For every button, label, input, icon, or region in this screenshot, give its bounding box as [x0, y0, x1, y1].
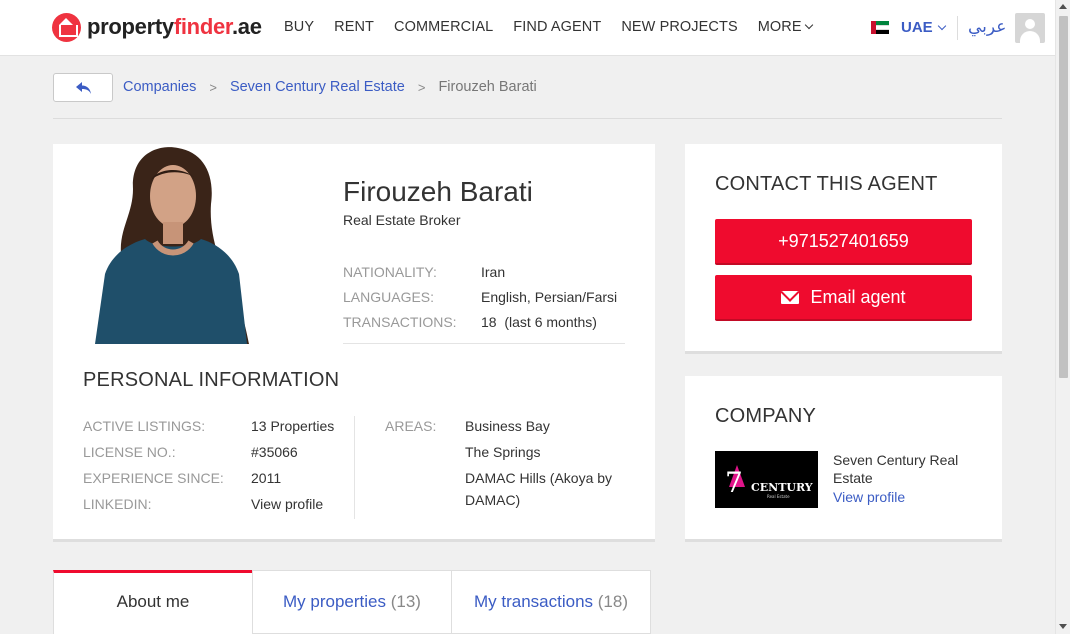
nav-new-projects[interactable]: NEW PROJECTS [621, 19, 737, 35]
breadcrumb-separator: > [417, 79, 426, 95]
chevron-down-icon [804, 20, 813, 30]
company-logo[interactable]: 7 CENTURY Real Estate [715, 451, 818, 508]
experience-label: EXPERIENCE SINCE: [83, 470, 224, 486]
propertyfinder-logo[interactable]: propertyfinder.ae [52, 12, 262, 42]
page-scrollbar[interactable] [1055, 0, 1070, 634]
envelope-icon [781, 290, 800, 304]
back-button[interactable] [53, 73, 113, 102]
agent-profile-card: Firouzeh Barati Real Estate Broker NATIO… [53, 144, 655, 542]
nav-find-agent[interactable]: FIND AGENT [513, 19, 601, 35]
transactions-label: TRANSACTIONS: [343, 314, 457, 330]
agent-name: Firouzeh Barati [343, 176, 533, 207]
profile-divider [343, 343, 625, 344]
user-avatar-icon[interactable] [1015, 13, 1045, 43]
company-logo-word: CENTURY [751, 481, 813, 494]
company-card: COMPANY 7 CENTURY Real Estate Seven Cent… [685, 376, 1002, 542]
active-listings-link[interactable]: 13 Properties [251, 418, 334, 434]
license-label: LICENSE NO.: [83, 444, 176, 460]
breadcrumb: Companies > Seven Century Real Estate > … [123, 79, 537, 95]
tab-my-properties-label: My properties [283, 592, 386, 611]
nationality-value: Iran [481, 264, 506, 280]
house-icon [52, 12, 81, 42]
transactions-link[interactable]: 18 (last 6 months) [481, 314, 597, 330]
site-header: propertyfinder.ae BUY RENT COMMERCIAL FI… [0, 0, 1055, 56]
agent-photo [93, 144, 251, 344]
back-arrow-icon [76, 82, 91, 94]
personal-info-heading: PERSONAL INFORMATION [83, 369, 340, 391]
linkedin-link[interactable]: View profile [251, 496, 323, 512]
company-logo-sub: Real Estate [767, 494, 790, 499]
license-value: #35066 [251, 444, 298, 460]
call-agent-button[interactable]: +971527401659 [715, 219, 972, 265]
scroll-down-icon[interactable] [1059, 624, 1067, 629]
tab-my-transactions-count: (18) [597, 592, 628, 611]
tab-my-properties[interactable]: My properties (13) [252, 570, 452, 634]
tab-my-transactions-label: My transactions [473, 592, 594, 611]
company-heading: COMPANY [715, 405, 817, 427]
phone-number: +971527401659 [778, 230, 909, 251]
logo-text: propertyfinder.ae [87, 14, 262, 39]
uae-flag-icon [871, 21, 889, 35]
email-agent-button[interactable]: Email agent [715, 275, 972, 321]
breadcrumb-separator: > [209, 79, 217, 95]
tab-my-properties-count: (13) [390, 592, 421, 611]
languages-label: LANGUAGES: [343, 289, 435, 305]
country-selector[interactable]: UAE [901, 19, 946, 36]
areas-divider [354, 416, 355, 519]
nationality-label: NATIONALITY: [343, 264, 437, 280]
language-toggle[interactable]: عربي [968, 17, 1006, 37]
active-listings-label: ACTIVE LISTINGS: [83, 418, 206, 434]
country-label: UAE [901, 19, 933, 36]
scrollbar-thumb[interactable] [1059, 16, 1068, 378]
breadcrumb-company[interactable]: Seven Century Real Estate [230, 79, 405, 95]
profile-tabs: About me My properties (13) My transacti… [53, 570, 1002, 634]
breadcrumb-companies[interactable]: Companies [123, 79, 196, 95]
nav-more[interactable]: MORE [757, 19, 813, 35]
breadcrumb-divider [53, 118, 1002, 119]
languages-value: English, Persian/Farsi [481, 289, 618, 305]
company-name: Seven Century Real Estate [833, 452, 959, 486]
header-divider [957, 16, 958, 40]
nav-buy[interactable]: BUY [284, 19, 314, 35]
areas-label: AREAS: [385, 418, 437, 434]
main-nav: BUY RENT COMMERCIAL FIND AGENT NEW PROJE… [284, 19, 832, 35]
breadcrumb-current: Firouzeh Barati [438, 79, 537, 95]
linkedin-label: LINKEDIN: [83, 496, 152, 512]
tab-my-transactions[interactable]: My transactions (18) [451, 570, 651, 634]
company-view-profile-link[interactable]: View profile [833, 489, 905, 505]
experience-value: 2011 [251, 470, 282, 486]
contact-heading: CONTACT THIS AGENT [715, 173, 938, 195]
agent-title: Real Estate Broker [343, 212, 461, 228]
chevron-down-icon [937, 21, 946, 31]
nav-more-label: MORE [757, 19, 802, 35]
company-logo-numeral: 7 [725, 466, 743, 499]
contact-agent-card: CONTACT THIS AGENT +971527401659 Email a… [685, 144, 1002, 354]
scroll-up-icon[interactable] [1059, 4, 1067, 9]
tab-about-me-label: About me [116, 592, 190, 611]
email-agent-label: Email agent [810, 286, 906, 307]
nav-rent[interactable]: RENT [334, 19, 374, 35]
nav-commercial[interactable]: COMMERCIAL [394, 19, 493, 35]
tab-about-me[interactable]: About me [53, 570, 253, 634]
